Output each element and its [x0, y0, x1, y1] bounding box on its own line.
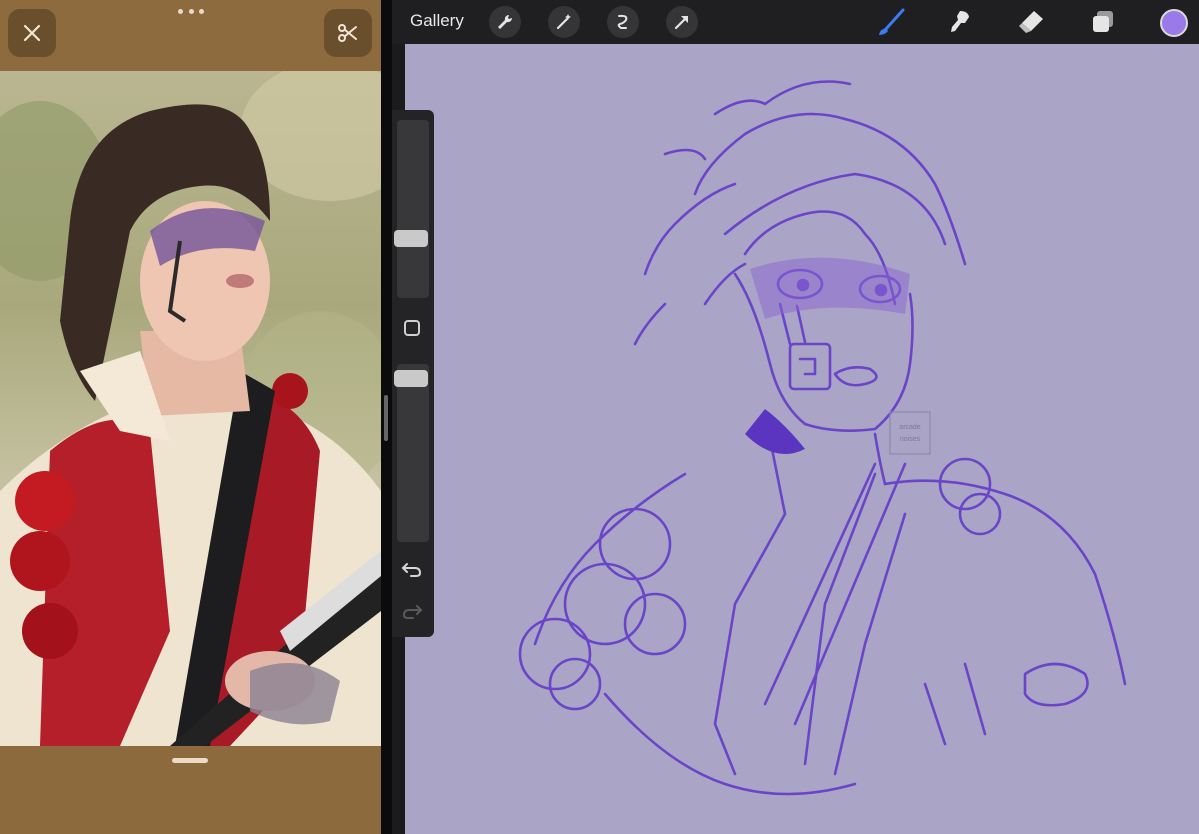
eraser-icon — [1019, 11, 1043, 33]
opacity-thumb[interactable] — [394, 370, 428, 387]
gallery-button[interactable]: Gallery — [410, 11, 464, 31]
scissors-icon — [338, 24, 357, 42]
close-icon — [23, 24, 41, 42]
reference-header — [0, 0, 381, 71]
divider-handle[interactable] — [384, 395, 388, 441]
close-button[interactable] — [8, 9, 56, 57]
drag-handle[interactable] — [172, 758, 208, 763]
photo-illustration — [0, 71, 381, 746]
sketch-artwork: arcade noises — [518, 80, 1127, 796]
brush-icon — [879, 8, 905, 35]
brush-size-thumb[interactable] — [394, 230, 428, 247]
scissors-button[interactable] — [324, 9, 372, 57]
top-toolbar: Gallery — [392, 0, 1199, 44]
brush-sidebar — [392, 110, 434, 637]
reference-footer — [0, 746, 381, 834]
transform-arrow-icon — [674, 15, 689, 30]
reference-photo[interactable] — [0, 71, 381, 746]
svg-text:noises: noises — [900, 436, 921, 443]
layers-button[interactable] — [1088, 7, 1118, 37]
opacity-slider[interactable] — [397, 364, 429, 542]
procreate-app: Gallery arcade noises — [392, 0, 1199, 834]
redo-icon[interactable] — [401, 602, 423, 620]
reference-panel — [0, 0, 381, 834]
more-dots-icon[interactable] — [178, 9, 204, 17]
magic-wand-icon — [556, 14, 571, 30]
transform-button[interactable] — [666, 6, 698, 38]
undo-icon[interactable] — [401, 560, 423, 578]
split-divider[interactable] — [381, 0, 392, 834]
brush-size-slider[interactable] — [397, 120, 429, 298]
selection-button[interactable] — [607, 6, 639, 38]
color-swatch-button[interactable] — [1160, 9, 1188, 37]
drawing-canvas[interactable]: arcade noises — [405, 44, 1199, 834]
smudge-icon — [951, 11, 969, 32]
smudge-button[interactable] — [945, 7, 975, 37]
selection-icon — [617, 14, 628, 29]
actions-button[interactable] — [489, 6, 521, 38]
watermark: arcade noises — [889, 411, 931, 455]
brush-button[interactable] — [876, 7, 906, 37]
adjustments-button[interactable] — [548, 6, 580, 38]
modify-square-icon[interactable] — [404, 320, 420, 336]
wrench-icon — [498, 14, 513, 29]
svg-text:arcade: arcade — [899, 424, 921, 431]
layers-icon — [1093, 11, 1113, 32]
eraser-button[interactable] — [1016, 7, 1046, 37]
